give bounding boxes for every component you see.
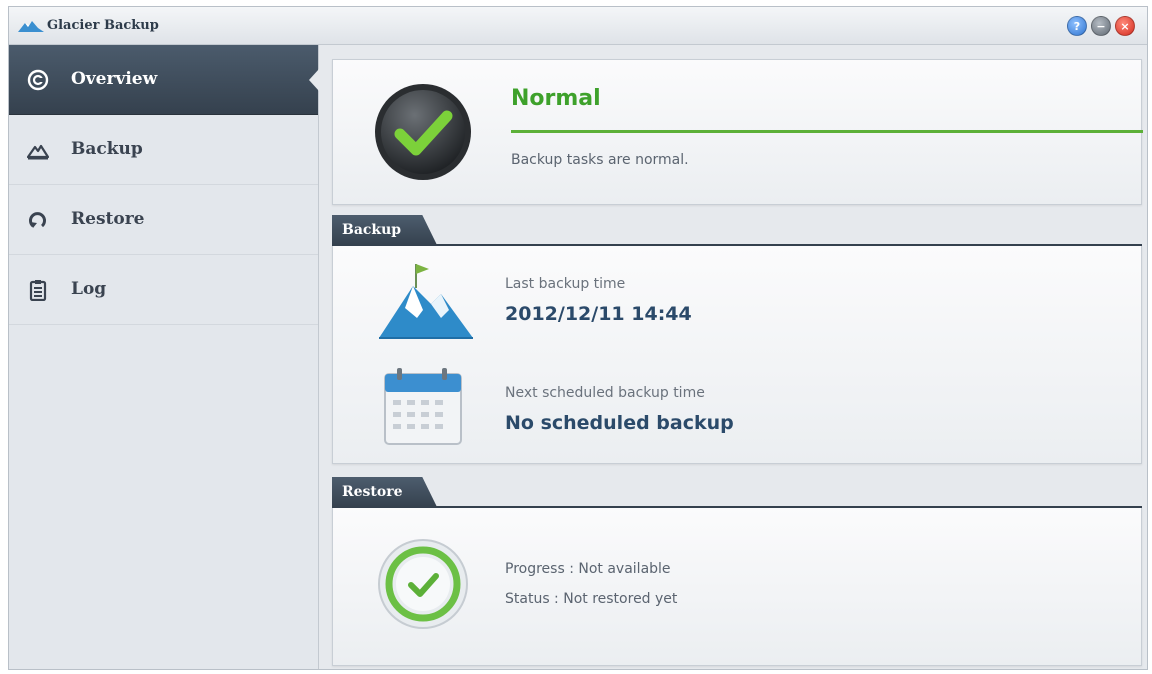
restore-check-icon: [378, 539, 468, 629]
restore-status-text: Status : Not restored yet: [505, 591, 678, 607]
sidebar-item-label: Overview: [71, 69, 158, 89]
app-window: Glacier Backup ? − × Overview Backup Res…: [8, 6, 1148, 670]
calendar-icon: [384, 368, 462, 445]
next-backup-label: Next scheduled backup time: [505, 385, 705, 401]
sidebar-item-log[interactable]: Log: [9, 255, 318, 325]
status-title: Normal: [511, 86, 601, 111]
last-backup-label: Last backup time: [505, 276, 626, 292]
last-backup-value: 2012/12/11 14:44: [505, 303, 692, 325]
close-button[interactable]: ×: [1115, 16, 1135, 36]
status-ok-icon: [375, 84, 471, 180]
backup-panel: Last backup time 2012/12/11 14:44 Next s…: [332, 246, 1142, 464]
backup-section-tab: Backup: [332, 215, 437, 245]
restore-arrow-icon: [29, 212, 46, 228]
glacier-mountain-icon: [379, 264, 473, 339]
overview-icon: [27, 69, 49, 91]
mountain-icon: [27, 144, 49, 160]
sidebar-item-label: Backup: [71, 139, 143, 159]
clipboard-icon: [29, 280, 47, 301]
window-title: Glacier Backup: [47, 18, 159, 33]
title-bar[interactable]: Glacier Backup ? − ×: [9, 7, 1147, 45]
status-divider: [511, 130, 1143, 133]
glacier-app-icon: [18, 21, 44, 32]
sidebar-item-label: Restore: [71, 209, 145, 229]
status-panel: Normal Backup tasks are normal.: [332, 59, 1143, 205]
help-button[interactable]: ?: [1067, 16, 1087, 36]
restore-panel: Progress : Not available Status : Not re…: [332, 508, 1142, 666]
status-description: Backup tasks are normal.: [511, 152, 689, 168]
restore-progress-text: Progress : Not available: [505, 561, 671, 577]
sidebar-item-overview[interactable]: Overview: [9, 45, 319, 115]
minimize-button[interactable]: −: [1091, 16, 1111, 36]
sidebar-item-label: Log: [71, 279, 107, 299]
sidebar: Overview Backup Restore Log: [9, 45, 319, 669]
sidebar-item-restore[interactable]: Restore: [9, 185, 318, 255]
main-content: Normal Backup tasks are normal. Backup L…: [319, 45, 1147, 669]
sidebar-item-backup[interactable]: Backup: [9, 115, 318, 185]
next-backup-value: No scheduled backup: [505, 412, 734, 434]
restore-section-tab: Restore: [332, 477, 437, 507]
